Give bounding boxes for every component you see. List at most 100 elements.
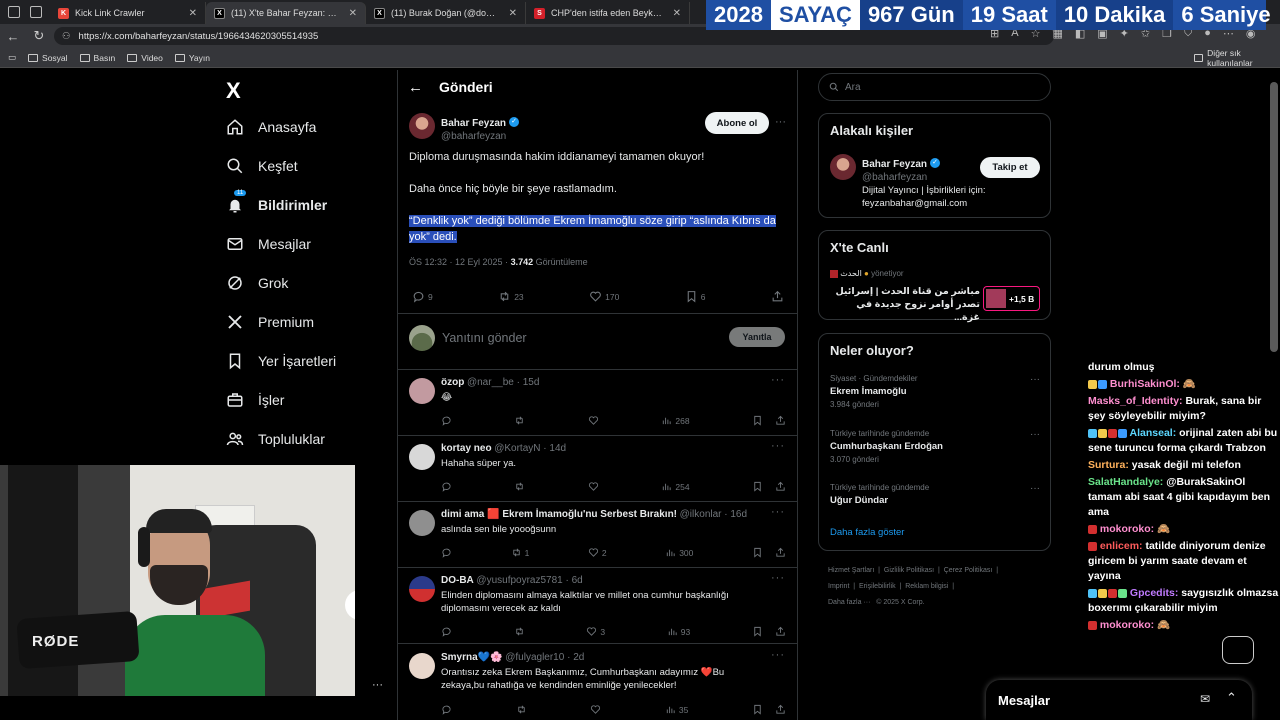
search-input[interactable]: Ara — [818, 73, 1051, 101]
more-options-icon[interactable]: ··· — [771, 649, 785, 661]
share-action[interactable] — [775, 547, 786, 558]
comment-avatar[interactable] — [409, 510, 435, 536]
nav-premium[interactable]: Premium — [226, 313, 314, 331]
comment-handle[interactable]: @KortayN · 14d — [494, 443, 566, 454]
footer-link[interactable]: Erişilebilirlik — [859, 583, 896, 590]
comment-author[interactable]: Smyrna💙🌸 — [441, 652, 503, 663]
page-scrollbar[interactable] — [1270, 82, 1278, 352]
bookmark-action[interactable]: 6 — [685, 290, 706, 303]
user-avatar[interactable] — [409, 325, 435, 351]
like-action[interactable]: 170 — [589, 290, 619, 303]
reload-icon[interactable]: ↻ — [26, 28, 52, 44]
views-action[interactable]: 93 — [667, 626, 690, 637]
related-avatar[interactable] — [830, 154, 856, 180]
more-options-icon[interactable]: ··· — [775, 116, 786, 128]
more-options-icon[interactable]: ··· — [1030, 483, 1040, 494]
repost-action[interactable] — [514, 481, 525, 492]
browser-tab[interactable]: X (11) Burak Doğan (@doganburak ✕ — [366, 2, 526, 24]
bookmark-action[interactable] — [752, 481, 763, 492]
footer-link[interactable]: Imprint — [828, 583, 849, 590]
live-listeners[interactable]: +1,5 B — [983, 286, 1040, 311]
back-arrow-icon[interactable]: ← — [408, 79, 423, 96]
repost-action[interactable] — [514, 626, 525, 637]
more-options-icon[interactable]: ··· — [1030, 374, 1040, 385]
bookmark-folder[interactable]: Basın — [79, 53, 115, 63]
trend-item[interactable]: Siyaset · Gündemdekiler Ekrem İmamoğlu 3… — [830, 374, 1040, 409]
repost-action[interactable]: 1 — [511, 547, 529, 558]
author-handle[interactable]: @baharfeyzan — [441, 131, 519, 142]
site-info-icon[interactable]: ⚇ — [62, 31, 71, 42]
footer-link[interactable]: Reklam bilgisi — [905, 583, 948, 590]
share-action[interactable] — [775, 626, 786, 637]
footer-link[interactable]: Gizlilik Politikası — [884, 567, 934, 574]
more-options-icon[interactable]: ··· — [1030, 429, 1040, 440]
comment-handle[interactable]: @ilkonlar · 16d — [680, 509, 747, 520]
share-action[interactable] — [775, 704, 786, 715]
post-timestamp[interactable]: ÖS 12:32 · 12 Eyl 2025 · — [409, 257, 511, 267]
views-action[interactable]: 254 — [661, 481, 690, 492]
reply-action[interactable]: 9 — [412, 290, 433, 303]
repost-action[interactable] — [516, 704, 527, 715]
share-action[interactable] — [771, 290, 784, 303]
x-logo-icon[interactable]: X — [226, 78, 241, 104]
account-menu-dots-icon[interactable]: ··· — [372, 679, 383, 691]
footer-link[interactable]: Hizmet Şartları — [828, 567, 874, 574]
close-tab-icon[interactable]: ✕ — [673, 8, 681, 19]
related-name[interactable]: Bahar Feyzan — [862, 159, 927, 170]
comment-author[interactable]: kortay neo — [441, 443, 492, 454]
comment-handle[interactable]: @yusufpoyraz5781 · 6d — [476, 575, 582, 586]
live-title[interactable]: مباشر من قناة الحدث | إسرائيل تصدر أوامر… — [830, 285, 980, 324]
nav-jobs[interactable]: İşler — [226, 391, 284, 409]
comment-avatar[interactable] — [409, 653, 435, 679]
comment-item[interactable]: dimi ama 🟥 Ekrem İmamoğlu'nu Serbest Bır… — [398, 502, 797, 568]
comment-item[interactable]: Smyrna💙🌸 @fulyagler10 · 2d ··· Orantısız… — [398, 645, 797, 720]
new-post-icon[interactable] — [1222, 636, 1254, 664]
reply-action[interactable] — [441, 415, 452, 426]
views-action[interactable]: 300 — [665, 547, 693, 558]
nav-bookmarks[interactable]: Yer İşaretleri — [226, 352, 336, 370]
more-options-icon[interactable]: ··· — [771, 440, 785, 452]
follow-button[interactable]: Takip et — [980, 157, 1040, 178]
bookmark-action[interactable] — [752, 415, 763, 426]
nav-grok[interactable]: Grok — [226, 274, 288, 292]
bookmarks-menu-icon[interactable]: ▭ — [8, 52, 16, 63]
browser-tab-active[interactable]: X (11) X'te Bahar Feyzan: "Diploma ✕ — [206, 2, 366, 24]
browser-tab[interactable]: S CHP'den istifa eden Beykoz Beled ✕ — [526, 2, 690, 24]
comment-author[interactable]: dimi ama 🟥 Ekrem İmamoğlu'nu Serbest Bır… — [441, 509, 677, 520]
nav-explore[interactable]: Keşfet — [226, 157, 298, 175]
footer-link[interactable]: Çerez Politikası — [944, 567, 993, 574]
live-host[interactable]: الحدث ● yönetiyor — [830, 269, 904, 278]
bookmark-action[interactable] — [752, 626, 763, 637]
messages-drawer[interactable]: Mesajlar ✉ ⌃ — [986, 680, 1252, 720]
trend-item[interactable]: Türkiye tarihinde gündemde Cumhurbaşkanı… — [830, 429, 1040, 464]
more-options-icon[interactable]: ··· — [771, 374, 785, 386]
browser-tab[interactable]: K Kick Link Crawler ✕ — [50, 2, 206, 24]
subscribe-button[interactable]: Abone ol — [705, 112, 769, 134]
footer-link[interactable]: Daha fazla ··· — [828, 599, 870, 606]
close-tab-icon[interactable]: ✕ — [189, 8, 197, 19]
comment-handle[interactable]: @nar__be · 15d — [467, 377, 539, 388]
comment-item[interactable]: özop @nar__be · 15d ··· 😂 268 — [398, 370, 797, 436]
comment-avatar[interactable] — [409, 444, 435, 470]
trend-item[interactable]: Türkiye tarihinde gündemde Uğur Dündar ·… — [830, 483, 1040, 506]
comment-avatar[interactable] — [409, 576, 435, 602]
comment-item[interactable]: kortay neo @KortayN · 14d ··· Hahaha süp… — [398, 436, 797, 502]
reply-action[interactable] — [441, 704, 452, 715]
like-action[interactable] — [588, 481, 599, 492]
author-name[interactable]: Bahar Feyzan — [441, 118, 506, 129]
reply-action[interactable] — [441, 626, 452, 637]
compose-message-icon[interactable]: ✉ — [1200, 692, 1210, 706]
nav-communities[interactable]: Topluluklar — [226, 430, 325, 448]
comment-item[interactable]: DO-BA @yusufpoyraz5781 · 6d ··· Elinden … — [398, 568, 797, 644]
share-action[interactable] — [775, 481, 786, 492]
comment-author[interactable]: DO-BA — [441, 575, 474, 586]
reply-input[interactable]: Yanıtını gönder — [442, 331, 527, 345]
back-arrow-icon[interactable]: ← — [0, 29, 26, 44]
close-tab-icon[interactable]: ✕ — [349, 8, 357, 19]
related-handle[interactable]: @baharfeyzan — [862, 172, 940, 183]
bookmark-folder[interactable]: Video — [127, 53, 163, 63]
reply-action[interactable] — [441, 481, 452, 492]
bookmark-action[interactable] — [752, 704, 763, 715]
bookmark-folder[interactable]: Sosyal — [28, 53, 68, 63]
more-options-icon[interactable]: ··· — [771, 572, 785, 584]
